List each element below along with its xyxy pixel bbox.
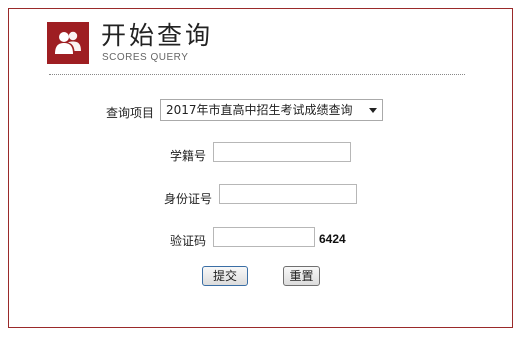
id-card-label: 身份证号 (164, 192, 213, 206)
chevron-down-icon[interactable] (369, 108, 377, 113)
captcha-input[interactable] (213, 227, 315, 247)
page-subtitle: SCORES QUERY (102, 52, 189, 63)
project-select[interactable]: 2017年市直高中招生考试成绩查询 (160, 99, 383, 121)
users-icon (47, 22, 89, 64)
student-id-input[interactable] (213, 142, 351, 162)
header-divider (49, 74, 465, 75)
student-id-label: 学籍号 (170, 149, 207, 163)
project-label: 查询项目 (106, 106, 155, 120)
captcha-code: 6424 (319, 232, 346, 246)
page-title: 开始查询 (101, 21, 214, 50)
id-card-input[interactable] (219, 184, 357, 204)
submit-button[interactable]: 提交 (202, 266, 248, 286)
captcha-label: 验证码 (170, 234, 207, 248)
reset-button[interactable]: 重置 (283, 266, 320, 286)
project-select-value: 2017年市直高中招生考试成绩查询 (166, 103, 353, 117)
